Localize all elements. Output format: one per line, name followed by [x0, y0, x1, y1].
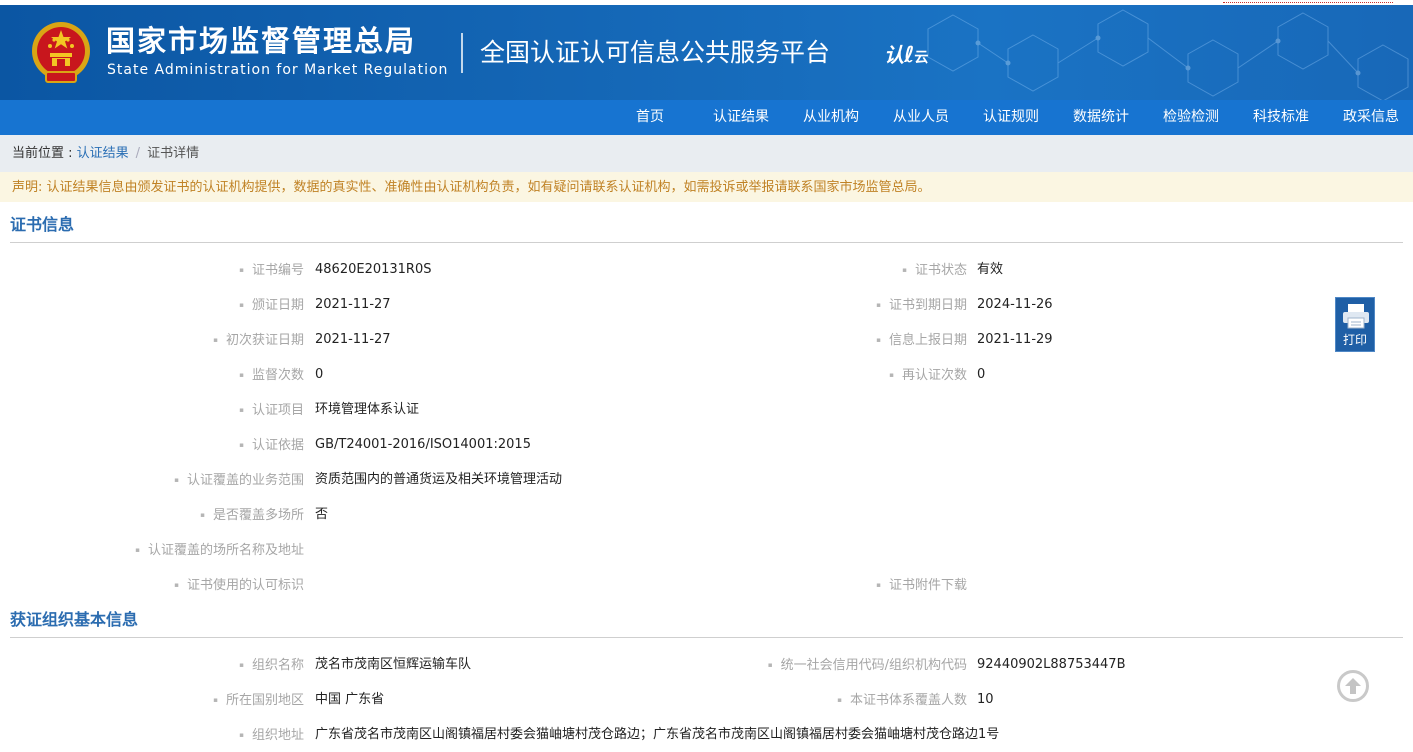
- breadcrumb-link-cert-results[interactable]: 认证结果: [77, 146, 129, 161]
- hexagon-decoration: [927, 9, 1409, 100]
- nav-item-cert-rules[interactable]: 认证规则: [983, 100, 1039, 135]
- value-credit-code: 92440902L88753447B: [977, 657, 1126, 672]
- label-issue-date: 颁证日期: [239, 297, 304, 314]
- label-org-address: 组织地址: [239, 727, 304, 744]
- top-strip-mark: [1223, 0, 1393, 3]
- value-issue-date: 2021-11-27: [315, 297, 391, 312]
- value-cert-basis: GB/T24001-2016/ISO14001:2015: [315, 437, 531, 452]
- print-button-label: 打印: [1342, 333, 1367, 347]
- breadcrumb: 当前位置 : 认证结果 / 证书详情: [12, 145, 199, 162]
- printer-icon: [1343, 304, 1369, 329]
- value-recert-count: 0: [977, 367, 986, 382]
- label-expiry-date: 证书到期日期: [876, 297, 967, 314]
- back-to-top-button[interactable]: [1337, 670, 1369, 702]
- label-region: 所在国别地区: [213, 692, 304, 709]
- value-org-address: 广东省茂名市茂南区山阁镇福居村委会猫岫塘村茂仓路边；广东省茂名市茂南区山阁镇福居…: [315, 727, 1000, 742]
- value-report-date: 2021-11-29: [977, 332, 1053, 347]
- print-button[interactable]: 打印: [1335, 297, 1375, 352]
- label-supervision-count: 监督次数: [239, 367, 304, 384]
- breadcrumb-current: 证书详情: [147, 146, 200, 161]
- cloud-logo-icon: 认ℓ云: [884, 43, 929, 68]
- agency-name-en: State Administration for Market Regulati…: [107, 62, 449, 78]
- label-covered-people: 本证书体系覆盖人数: [837, 692, 967, 709]
- value-covered-people: 10: [977, 692, 994, 707]
- nav-item-inspection[interactable]: 检验检测: [1163, 100, 1219, 135]
- nav-item-statistics[interactable]: 数据统计: [1073, 100, 1129, 135]
- label-credit-code: 统一社会信用代码/组织机构代码: [768, 657, 967, 674]
- label-cert-no: 证书编号: [239, 262, 304, 279]
- value-supervision-count: 0: [315, 367, 324, 382]
- label-accreditation-mark: 证书使用的认可标识: [174, 577, 304, 594]
- breadcrumb-prefix: 当前位置 :: [12, 146, 77, 161]
- section-divider: [10, 242, 1403, 243]
- section-title-organization: 获证组织基本信息: [10, 610, 139, 629]
- value-region: 中国 广东省: [315, 692, 385, 707]
- value-expiry-date: 2024-11-26: [977, 297, 1053, 312]
- label-first-date: 初次获证日期: [213, 332, 304, 349]
- value-cert-scope: 资质范围内的普通货运及相关环境管理活动: [315, 472, 563, 487]
- nav-item-procurement[interactable]: 政采信息: [1343, 100, 1399, 135]
- main-nav: 首页 认证结果 从业机构 从业人员 认证规则 数据统计 检验检测 科技标准 政采…: [0, 100, 1413, 135]
- agency-name-cn: 国家市场监督管理总局: [106, 24, 417, 58]
- disclaimer-bar: 声明: 认证结果信息由颁发证书的认证机构提供，数据的真实性、准确性由认证机构负责…: [0, 172, 1413, 202]
- label-cert-basis: 认证依据: [239, 437, 304, 454]
- label-multi-site: 是否覆盖多场所: [200, 507, 304, 524]
- value-cert-status: 有效: [977, 262, 1004, 277]
- platform-title: 全国认证认可信息公共服务平台: [480, 38, 831, 67]
- value-cert-project: 环境管理体系认证: [315, 402, 420, 417]
- section-divider: [10, 637, 1403, 638]
- label-attachment: 证书附件下载: [876, 577, 967, 594]
- section-title-certificate: 证书信息: [10, 215, 75, 234]
- breadcrumb-separator: /: [135, 146, 141, 161]
- nav-item-standards[interactable]: 科技标准: [1253, 100, 1309, 135]
- label-cert-scope: 认证覆盖的业务范围: [174, 472, 304, 489]
- cloud-logo-small: 云: [914, 50, 929, 66]
- value-multi-site: 否: [315, 507, 329, 522]
- nav-item-home[interactable]: 首页: [636, 100, 664, 135]
- nav-item-institutions[interactable]: 从业机构: [803, 100, 859, 135]
- value-first-date: 2021-11-27: [315, 332, 391, 347]
- breadcrumb-bar: 当前位置 : 认证结果 / 证书详情: [0, 135, 1413, 172]
- header-divider: [461, 33, 463, 73]
- label-report-date: 信息上报日期: [876, 332, 967, 349]
- value-cert-no: 48620E20131R0S: [315, 262, 432, 277]
- cloud-logo-text: 认: [884, 43, 904, 67]
- disclaimer-text: 声明: 认证结果信息由颁发证书的认证机构提供，数据的真实性、准确性由认证机构负责…: [12, 180, 931, 195]
- arrow-up-circle-icon: [1345, 678, 1361, 694]
- value-org-name: 茂名市茂南区恒辉运输车队: [315, 657, 472, 672]
- label-sites: 认证覆盖的场所名称及地址: [135, 542, 304, 559]
- site-header: 国家市场监督管理总局 State Administration for Mark…: [0, 5, 1413, 100]
- label-org-name: 组织名称: [239, 657, 304, 674]
- label-recert-count: 再认证次数: [889, 367, 967, 384]
- label-cert-status: 证书状态: [902, 262, 967, 279]
- nav-item-practitioners[interactable]: 从业人员: [893, 100, 949, 135]
- nav-item-cert-results[interactable]: 认证结果: [713, 100, 769, 135]
- national-emblem-icon: [32, 22, 90, 83]
- label-cert-project: 认证项目: [239, 402, 304, 419]
